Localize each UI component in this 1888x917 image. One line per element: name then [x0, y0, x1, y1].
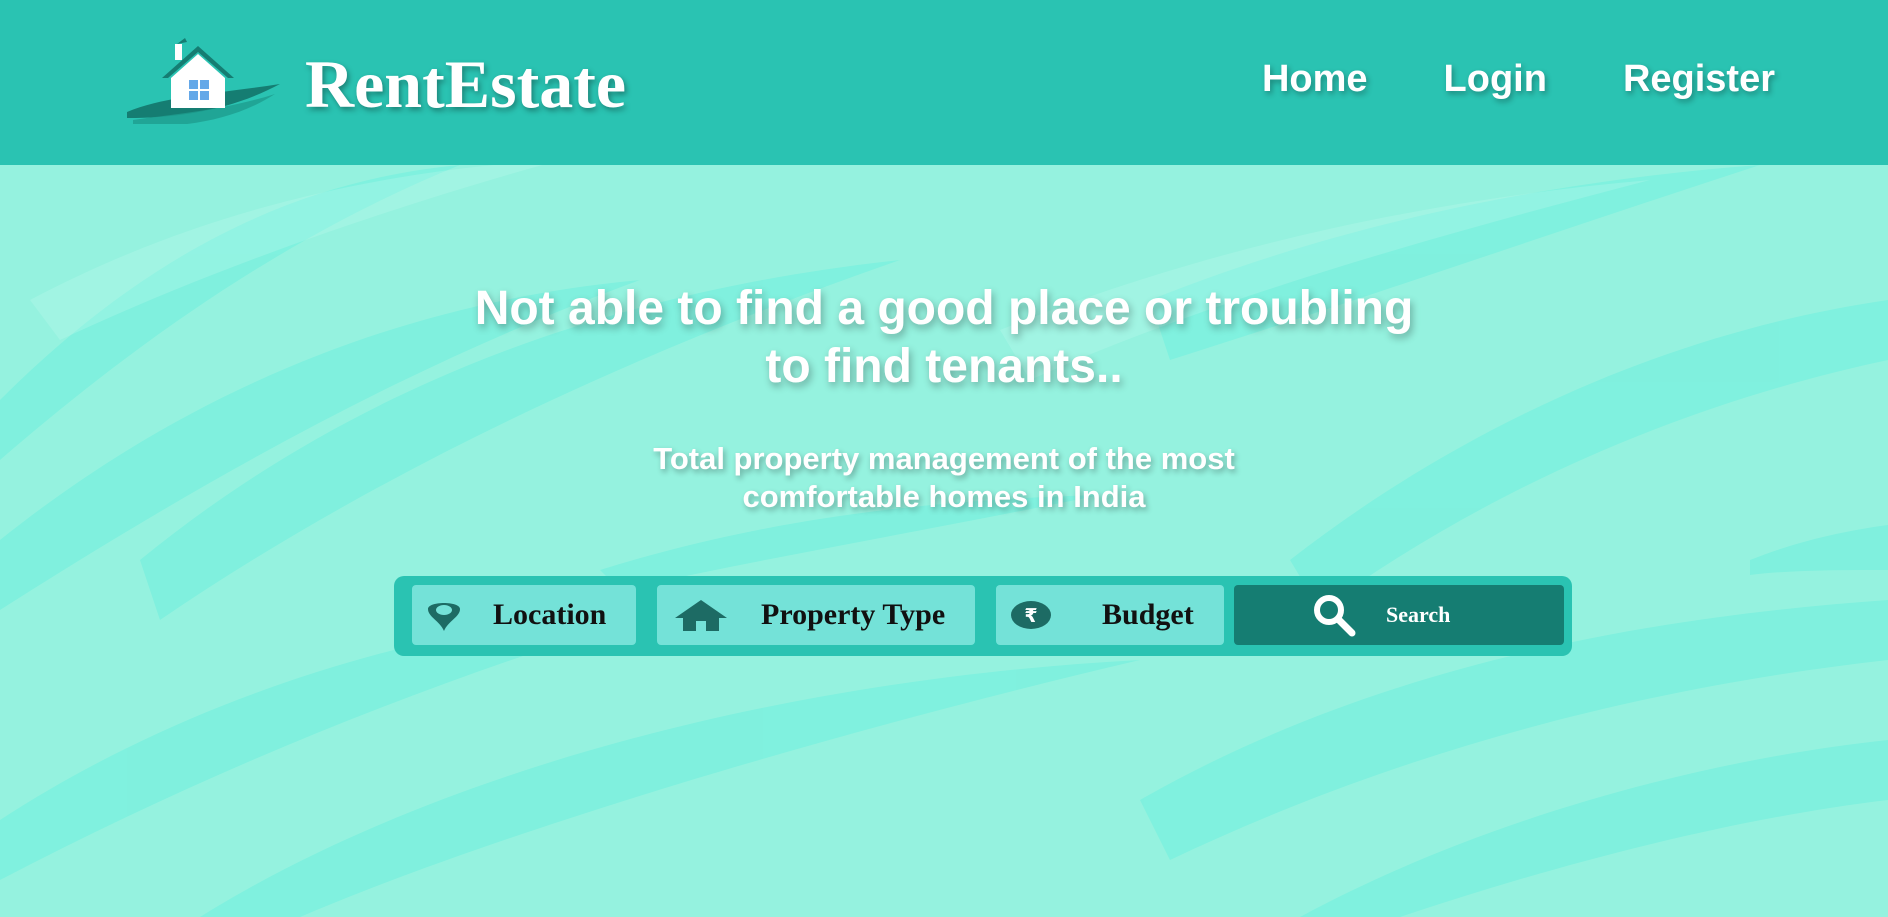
location-field[interactable]: Location	[412, 585, 636, 645]
hero-subtitle-line-2: comfortable homes in India	[742, 479, 1146, 514]
brand-name[interactable]: RentEstate	[305, 40, 626, 128]
budget-label: Budget	[1102, 598, 1194, 631]
search-button[interactable]: Search	[1234, 585, 1564, 645]
property-type-label: Property Type	[761, 598, 946, 631]
nav-home-link[interactable]: Home	[1262, 58, 1368, 101]
hero-subtitle: Total property management of the most co…	[594, 440, 1294, 516]
budget-field[interactable]: ₹ Budget	[996, 585, 1224, 645]
map-pin-icon	[426, 585, 462, 645]
site-header: RentEstate Home Login Register	[0, 0, 1888, 165]
house-icon	[673, 585, 729, 645]
hero-title: Not able to find a good place or troubli…	[394, 280, 1494, 396]
main-nav: Home Login Register	[1262, 58, 1775, 101]
search-button-label: Search	[1386, 602, 1451, 627]
nav-login-link[interactable]: Login	[1444, 58, 1547, 101]
property-type-field[interactable]: Property Type	[657, 585, 975, 645]
location-label: Location	[493, 598, 607, 631]
hero-subtitle-line-1: Total property management of the most	[653, 441, 1235, 476]
search-bar: Location Property Type ₹ Budget Search	[394, 576, 1572, 656]
hero-title-line-1: Not able to find a good place or troubli…	[474, 282, 1414, 335]
nav-register-link[interactable]: Register	[1623, 58, 1775, 101]
house-logo-icon[interactable]	[125, 36, 285, 124]
rupee-symbol: ₹	[1024, 605, 1037, 627]
rupee-icon: ₹	[1010, 585, 1052, 645]
magnifier-icon	[1312, 585, 1356, 645]
hero-title-line-2: to find tenants..	[765, 340, 1123, 393]
